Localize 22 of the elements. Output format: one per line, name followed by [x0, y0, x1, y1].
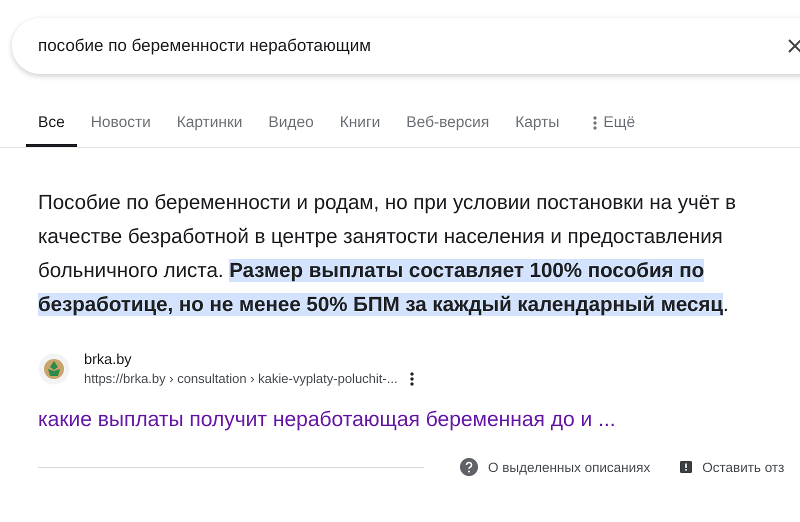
site-name: brka.by	[84, 352, 133, 368]
search-tab[interactable]: Все	[26, 114, 77, 147]
more-options-icon[interactable]	[410, 372, 414, 386]
result-title-link[interactable]: какие выплаты получит неработающая беременная до и ...	[38, 408, 800, 432]
feedback-link[interactable]: Оставить отз	[702, 460, 784, 474]
more-icon	[593, 116, 598, 130]
search-tab[interactable]: Карты	[503, 114, 572, 147]
close-icon[interactable]	[788, 38, 800, 54]
search-tab[interactable]: Картинки	[164, 114, 254, 147]
site-url: https://brka.by › consultation › kakie-vyplaty-poluchit-...	[84, 371, 398, 386]
answer-snippet: Пособие по беременности и родам, но при условии постановки на учёт в качестве безработной в центре занятости населения и предоставления больничного листа. Размер выплаты составляет 100% пособия по безработице, но не менее 50% БПМ за каждый календарный месяц.	[38, 190, 738, 318]
search-field[interactable]: пособие по беременности неработающим	[12, 18, 800, 74]
site-logo-icon[interactable]	[38, 353, 70, 385]
feedback-icon[interactable]	[680, 461, 692, 473]
search-tab[interactable]: Книги	[328, 114, 392, 147]
search-tab[interactable]: Видео	[256, 114, 326, 147]
search-query: пособие по беременности неработающим	[38, 36, 371, 56]
help-icon[interactable]	[460, 458, 478, 476]
about-snippets-link[interactable]: О выделенных описаниях	[488, 460, 650, 474]
more-tab[interactable]: Ещё	[581, 114, 648, 147]
search-tab[interactable]: Новости	[78, 114, 163, 147]
search-tab[interactable]: Веб-версия	[394, 114, 502, 147]
